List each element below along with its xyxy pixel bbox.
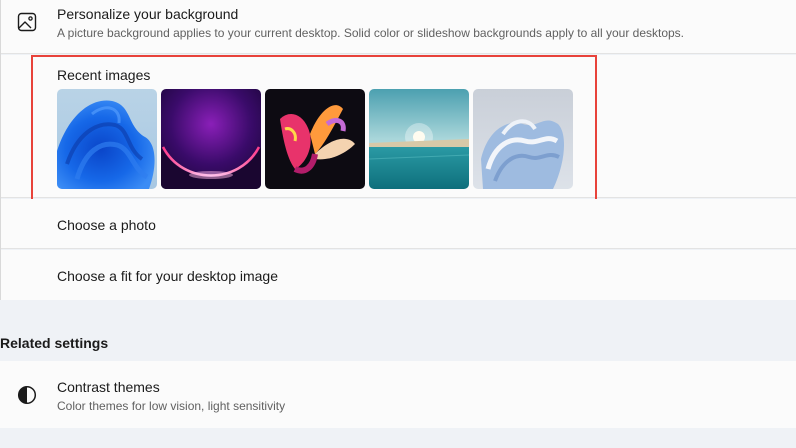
contrast-themes-title: Contrast themes — [57, 379, 160, 395]
choose-fit-row[interactable]: Choose a fit for your desktop image — [0, 250, 796, 300]
personalize-background-description: A picture background applies to your cur… — [57, 26, 685, 40]
choose-photo-row[interactable]: Choose a photo — [0, 199, 796, 249]
contrast-themes-row[interactable]: Contrast themes Color themes for low vis… — [0, 361, 796, 428]
left-border — [0, 0, 1, 300]
choose-fit-label: Choose a fit for your desktop image — [57, 268, 279, 284]
image-icon — [16, 11, 38, 33]
contrast-themes-description: Color themes for low vision, light sensi… — [57, 399, 286, 413]
personalize-background-card[interactable]: Personalize your background A picture ba… — [0, 0, 796, 54]
choose-photo-label: Choose a photo — [57, 217, 156, 233]
recent-images-highlight — [31, 55, 597, 204]
related-settings-heading: Related settings — [0, 335, 109, 351]
personalize-background-title: Personalize your background — [57, 6, 239, 22]
contrast-icon — [16, 384, 38, 406]
